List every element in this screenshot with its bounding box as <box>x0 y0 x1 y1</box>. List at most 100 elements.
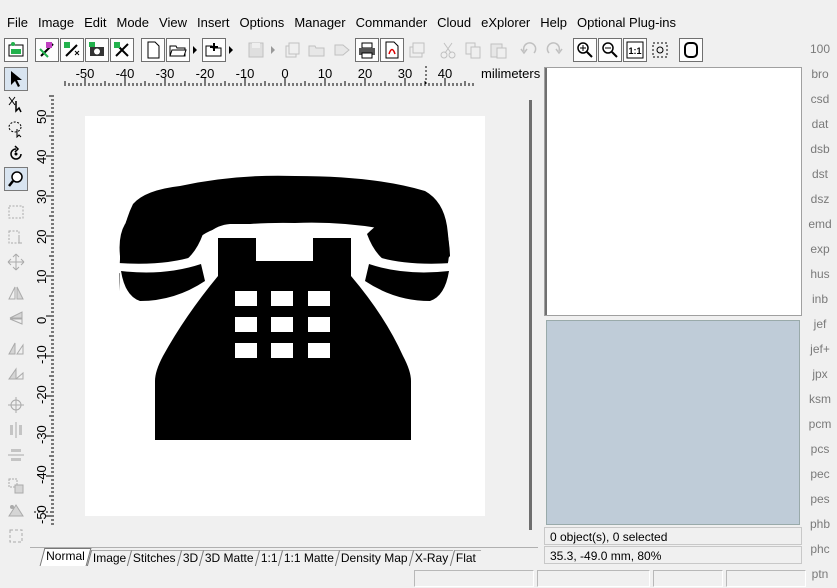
hoop-icon[interactable] <box>679 38 703 62</box>
tab-flat[interactable]: Flat <box>449 550 481 566</box>
format-item-ksm[interactable]: ksm <box>804 388 836 413</box>
send-icon[interactable] <box>330 38 354 62</box>
view-tabs: Normal Image Stitches 3D 3D Matte 1:1 1:1 Matt… <box>39 548 481 566</box>
magic-wand-icon[interactable] <box>60 38 84 62</box>
format-item-pes[interactable]: pes <box>804 488 836 513</box>
format-item-dat[interactable]: dat <box>804 113 836 138</box>
add-item-icon[interactable] <box>202 38 226 62</box>
format-item-dsz[interactable]: dsz <box>804 188 836 213</box>
menu-explorer[interactable]: eXplorer <box>476 13 535 33</box>
menu-file[interactable]: File <box>2 13 33 33</box>
select-arrow-icon[interactable] <box>4 67 28 91</box>
format-item-dsb[interactable]: dsb <box>804 138 836 163</box>
print-icon[interactable] <box>355 38 379 62</box>
save-icon[interactable] <box>244 38 268 62</box>
copy-icon[interactable] <box>461 38 485 62</box>
format-item-phc[interactable]: phc <box>804 538 836 563</box>
skew-h-icon[interactable] <box>4 337 28 361</box>
flip-v-icon[interactable] <box>4 306 28 330</box>
tab-label: Stitches <box>132 551 176 565</box>
vertical-ruler: 50 40 30 20 10 0 -10 -20 -30 -40 -50 <box>34 86 54 526</box>
format-item-bro[interactable]: bro <box>804 63 836 88</box>
menu-edit[interactable]: Edit <box>79 13 111 33</box>
menu-optional-plug-ins[interactable]: Optional Plug-ins <box>572 13 681 33</box>
format-item-hus[interactable]: hus <box>804 263 836 288</box>
zoom-in-icon[interactable] <box>573 38 597 62</box>
design-canvas[interactable] <box>54 86 526 526</box>
format-item-dst[interactable]: dst <box>804 163 836 188</box>
menu-options[interactable]: Options <box>235 13 290 33</box>
menu-cloud[interactable]: Cloud <box>432 13 476 33</box>
card-icon[interactable] <box>405 38 429 62</box>
pdf-icon[interactable] <box>380 38 404 62</box>
add-dropdown-arrow[interactable] <box>227 38 235 62</box>
cut-icon[interactable] <box>436 38 460 62</box>
format-item-jpx[interactable]: jpx <box>804 363 836 388</box>
format-item-exp[interactable]: exp <box>804 238 836 263</box>
align-v-icon[interactable] <box>4 443 28 467</box>
center-icon[interactable] <box>4 393 28 417</box>
skew-v-icon[interactable] <box>4 362 28 386</box>
export-icon[interactable] <box>280 38 304 62</box>
remove-stitch-icon[interactable] <box>110 38 134 62</box>
design-list-icon[interactable] <box>4 38 28 62</box>
menu-mode[interactable]: Mode <box>112 13 155 33</box>
tab-density-map[interactable]: Density Map <box>335 550 414 566</box>
tab-normal[interactable]: Normal <box>39 548 92 566</box>
crop-icon[interactable] <box>4 524 28 548</box>
tab-x-ray[interactable]: X-Ray <box>409 550 454 566</box>
tab-3d-matte[interactable]: 3D Matte <box>198 550 259 566</box>
zoom-out-icon[interactable] <box>598 38 622 62</box>
camera-icon[interactable] <box>85 38 109 62</box>
format-item-csd[interactable]: csd <box>804 88 836 113</box>
tab-image[interactable]: Image <box>86 550 132 566</box>
open-dropdown-arrow[interactable] <box>191 38 199 62</box>
folder-icon[interactable] <box>305 38 329 62</box>
zoom-actual-icon[interactable]: 1:1 <box>623 38 647 62</box>
menu-image[interactable]: Image <box>33 13 79 33</box>
menu-help[interactable]: Help <box>535 13 572 33</box>
menu-commander[interactable]: Commander <box>351 13 433 33</box>
format-item-jef-[interactable]: jef+ <box>804 338 836 363</box>
menu-manager[interactable]: Manager <box>289 13 350 33</box>
lasso-select-icon[interactable] <box>4 92 28 116</box>
group-icon[interactable] <box>4 474 28 498</box>
format-item-emd[interactable]: emd <box>804 213 836 238</box>
rect-select-icon[interactable] <box>4 200 28 224</box>
move-icon[interactable] <box>4 250 28 274</box>
format-item-100[interactable]: 100 <box>804 38 836 63</box>
paste-icon[interactable] <box>486 38 510 62</box>
format-item-pcs[interactable]: pcs <box>804 438 836 463</box>
tab-1-1-matte[interactable]: 1:1 Matte <box>278 550 340 566</box>
format-item-phb[interactable]: phb <box>804 513 836 538</box>
format-item-inb[interactable]: inb <box>804 288 836 313</box>
save-dropdown-arrow[interactable] <box>269 38 277 62</box>
flip-h-icon[interactable] <box>4 281 28 305</box>
edit-stitch-icon[interactable] <box>35 38 59 62</box>
zoom-tool-icon[interactable] <box>4 167 28 191</box>
new-file-icon[interactable] <box>141 38 165 62</box>
resize-icon[interactable] <box>4 225 28 249</box>
ungroup-icon[interactable] <box>4 499 28 523</box>
open-folder-icon[interactable] <box>166 38 190 62</box>
undo-icon[interactable] <box>517 38 541 62</box>
tab-stitches[interactable]: Stitches <box>126 550 181 566</box>
redo-icon[interactable] <box>542 38 566 62</box>
zoom-fit-icon[interactable] <box>648 38 672 62</box>
format-item-pcm[interactable]: pcm <box>804 413 836 438</box>
format-item-ptn[interactable]: ptn <box>804 563 836 588</box>
v-ruler-label: 0 <box>34 316 49 324</box>
design-list-panel[interactable] <box>544 67 802 316</box>
v-ruler-label: 10 <box>34 269 49 284</box>
app-window: File Image Edit Mode View Insert Options Manage… <box>0 0 837 588</box>
format-item-pec[interactable]: pec <box>804 463 836 488</box>
freehand-select-icon[interactable] <box>4 117 28 141</box>
telephone-design[interactable] <box>85 116 485 516</box>
tab-label: 3D <box>182 551 198 565</box>
rotate-icon[interactable] <box>4 142 28 166</box>
menu-view[interactable]: View <box>154 13 192 33</box>
format-item-jef[interactable]: jef <box>804 313 836 338</box>
menu-insert[interactable]: Insert <box>192 13 235 33</box>
canvas-vertical-scrollbar[interactable] <box>529 100 532 530</box>
align-h-icon[interactable] <box>4 418 28 442</box>
